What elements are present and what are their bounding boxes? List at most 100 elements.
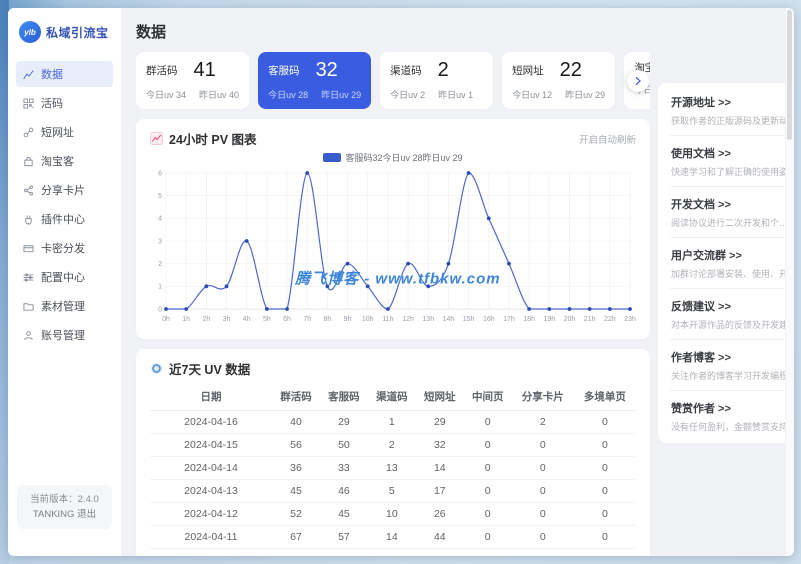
svg-text:3h: 3h: [223, 316, 231, 323]
table-cell: 32: [415, 433, 464, 457]
table-cell: 46: [319, 479, 368, 503]
auto-refresh-toggle[interactable]: 开启自动刷新: [579, 132, 636, 146]
help-link-donate[interactable]: 赞赏作者 >> 没有任何盈利，金额赞赏支持…: [670, 391, 794, 441]
stat-card-label: 短网址: [512, 64, 544, 77]
help-link-user-group[interactable]: 用户交流群 >> 加群讨论部署安装、使用、开…: [670, 238, 794, 289]
help-link-title: 使用文档 >>: [671, 148, 731, 160]
table-cell: 47: [320, 549, 368, 556]
sidebar-item-account[interactable]: 账号管理: [16, 322, 113, 348]
table-cell: 13: [367, 456, 416, 480]
svg-text:12h: 12h: [402, 316, 414, 323]
help-link-desc: 阅读协议进行二次开发和个性化…: [671, 218, 794, 228]
chart-canvas: 0 1 2 3 4 5 6 0h 1h 2h 3h 4h 5h 6h 7h 8h 9h 10h 11h 12h 13h 1…: [158, 170, 636, 323]
table-cell: 26: [415, 502, 464, 526]
table-cell: 2024-04-13: [150, 479, 272, 503]
pv-line-chart: 0 1 2 3 4 5 6 0h 1h 2h 3h 4h 5h 6h 7h 8h 9h 10h 11h 12h 13h 1…: [150, 166, 636, 331]
sidebar-item-label: 账号管理: [41, 330, 85, 342]
sidebar-item-taobao[interactable]: 淘宝客: [16, 148, 113, 174]
table-row: 2024-04-12 52 45 10 26 0 0 0: [150, 502, 636, 526]
table-title: 近7天 UV 数据: [169, 363, 251, 377]
stat-card-service-code[interactable]: 客服码 32 今日uv 28 昨日uv 29: [258, 52, 372, 109]
svg-text:16h: 16h: [483, 316, 495, 323]
table-cell: 0: [511, 525, 574, 549]
table-cell: 0: [573, 479, 636, 503]
svg-text:4h: 4h: [243, 316, 251, 323]
help-link-desc: 没有任何盈利，金额赞赏支持…: [671, 422, 794, 432]
help-link-dev-doc[interactable]: 开发文档 >> 阅读协议进行二次开发和个性化…: [670, 187, 794, 238]
stat-today-uv: 今日uv 34: [146, 90, 187, 100]
stat-card-channel-code[interactable]: 渠道码 2 今日uv 2 昨日uv 1: [380, 52, 494, 109]
table-cell: 2: [367, 433, 416, 457]
table-cell: 14: [415, 456, 464, 480]
table-cell: 67: [272, 525, 320, 549]
sidebar-item-label: 卡密分发: [41, 243, 85, 255]
stat-today-uv: 今日uv 2: [390, 90, 426, 100]
scrollbar-thumb[interactable]: [787, 10, 792, 140]
svg-text:19h: 19h: [543, 316, 555, 323]
table-header-cell: 多境单页: [573, 383, 636, 411]
table-cell: 2024-04-16: [150, 410, 272, 434]
table-row: 2024-04-15 56 50 2 32 0 0 0: [150, 433, 636, 457]
help-link-open-source[interactable]: 开源地址 >> 获取作者的正版源码及更新动…: [670, 85, 794, 136]
svg-text:6h: 6h: [283, 316, 291, 323]
svg-text:5: 5: [158, 193, 162, 200]
table-cell: 45: [319, 502, 368, 526]
sidebar-item-plugin-center[interactable]: 插件中心: [16, 206, 113, 232]
plugin-icon: [23, 214, 34, 225]
svg-text:17h: 17h: [503, 316, 515, 323]
table-cell: 0: [574, 549, 636, 556]
sidebar-item-share-card[interactable]: 分享卡片: [16, 177, 113, 203]
svg-text:6: 6: [158, 170, 162, 177]
cards-next-button[interactable]: [627, 69, 649, 92]
stat-card-value: 22: [559, 59, 582, 81]
svg-text:18h: 18h: [523, 316, 535, 323]
table-cell: 10: [367, 502, 416, 526]
table-cell: 45: [272, 479, 320, 503]
sidebar-item-material[interactable]: 素材管理: [16, 293, 113, 319]
table-cell: 0: [511, 479, 574, 503]
table-cell: 0: [573, 525, 636, 549]
stat-card-short-url[interactable]: 短网址 22 今日uv 12 昨日uv 29: [502, 52, 616, 109]
sidebar-item-live-code[interactable]: 活码: [16, 90, 113, 116]
help-link-desc: 快速学习和了解正确的使用姿…: [671, 167, 794, 177]
chart-title: 24小时 PV 图表: [169, 133, 257, 147]
sidebar-item-short-url[interactable]: 短网址: [16, 119, 113, 145]
logout-link[interactable]: 退出: [77, 509, 96, 520]
brand: ylb 私域引流宝: [8, 8, 121, 58]
table-cell: 9: [368, 549, 416, 556]
stat-card-group-code[interactable]: 群活码 41 今日uv 34 昨日uv 40: [136, 52, 250, 109]
stat-card-value: 2: [437, 59, 449, 81]
sidebar-item-config-center[interactable]: 配置中心: [16, 264, 113, 290]
table-cell: 1: [367, 410, 416, 434]
help-link-desc: 关注作者的博客学习开发编程…: [671, 371, 794, 381]
table-cell: 0: [573, 410, 636, 434]
author-link[interactable]: TANKING: [33, 509, 75, 520]
table-cell: 40: [272, 410, 320, 434]
svg-text:13h: 13h: [422, 316, 434, 323]
center-column: 群活码 41 今日uv 34 昨日uv 40 客服码 32 今日uv 28 昨日uv 29 渠道…: [136, 52, 650, 556]
help-link-author-blog[interactable]: 作者博客 >> 关注作者的博客学习开发编程…: [670, 340, 794, 391]
sidebar: ylb 私域引流宝 数据活码短网址淘宝客分享卡片插件中心卡密分发配置中心素材管理…: [8, 8, 122, 556]
table-header-cell: 群活码: [272, 383, 320, 411]
help-link-title: 用户交流群 >>: [671, 250, 742, 262]
help-link-feedback[interactable]: 反馈建议 >> 对本开源作品的反馈及开发建…: [670, 289, 794, 340]
table-cell: 14: [367, 525, 416, 549]
sidebar-item-card-key[interactable]: 卡密分发: [16, 235, 113, 261]
table-cell: 0: [463, 479, 512, 503]
chart-legend[interactable]: 客服码32今日uv 28昨日uv 29: [150, 151, 636, 164]
help-link-usage-doc[interactable]: 使用文档 >> 快速学习和了解正确的使用姿…: [670, 136, 794, 187]
table-cell: 47: [272, 549, 320, 556]
svg-text:11h: 11h: [382, 316, 393, 323]
stat-card-value: 41: [193, 59, 216, 81]
table-cell: 44: [415, 525, 464, 549]
stat-cards-row: 群活码 41 今日uv 34 昨日uv 40 客服码 32 今日uv 28 昨日uv 29 渠道…: [136, 52, 650, 109]
sidebar-item-data[interactable]: 数据: [16, 61, 113, 87]
trend-chart-icon: [150, 132, 163, 145]
svg-text:2h: 2h: [202, 316, 210, 323]
table-header-cell: 分享卡片: [511, 383, 574, 411]
table-cell: 9: [512, 549, 574, 556]
circle-stat-icon: [150, 362, 163, 375]
table-cell: 57: [319, 525, 368, 549]
watermark: 腾飞博客 - www.tfbkw.com: [295, 270, 501, 288]
stat-yesterday-uv: 昨日uv 29: [321, 90, 362, 100]
